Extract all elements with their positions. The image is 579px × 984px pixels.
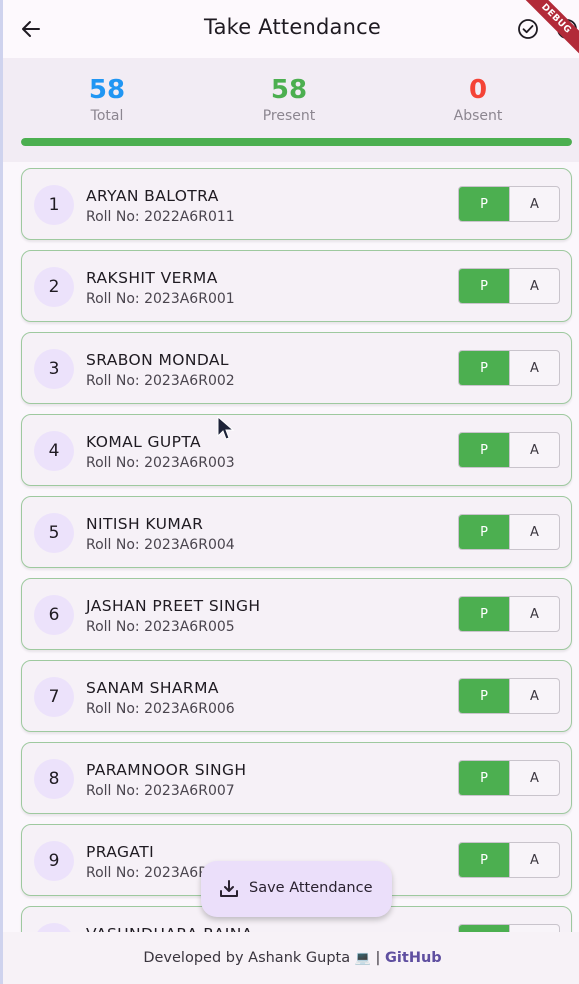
attendance-toggle: PA <box>458 186 560 222</box>
student-index-avatar: 4 <box>34 431 74 471</box>
footer: Developed by Ashank Gupta 💻 | GitHub <box>3 932 579 984</box>
page-title: Take Attendance <box>204 15 381 39</box>
student-roll-number: Roll No: 2023A6R006 <box>86 701 235 717</box>
student-card: 5 NITISH KUMAR Roll No: 2023A6R004 P A <box>21 496 572 568</box>
save-attendance-label: Save Attendance <box>249 880 373 896</box>
download-icon <box>220 880 238 897</box>
attendance-progress-bar <box>21 138 572 146</box>
save-attendance-button[interactable]: Save Attendance <box>201 861 392 917</box>
student-name: RAKSHIT VERMA <box>86 269 218 287</box>
confirm-button[interactable] <box>516 17 540 41</box>
student-index-avatar: 2 <box>34 267 74 307</box>
student-roll-number: Roll No: 2023A6R003 <box>86 455 235 471</box>
attendance-toggle: PA <box>458 514 560 550</box>
app-frame: Take Attendance DEBUG 58 Total 58 Presen… <box>0 0 579 984</box>
student-index-avatar: 1 <box>34 185 74 225</box>
attendance-toggle: PA <box>458 678 560 714</box>
absent-toggle-button[interactable]: A <box>508 515 559 549</box>
student-name: JASHAN PREET SINGH <box>86 597 261 615</box>
footer-text: Developed by Ashank Gupta <box>143 950 351 966</box>
present-toggle-button[interactable]: P <box>459 925 509 932</box>
student-roll-number: Roll No: 2023A6R007 <box>86 783 235 799</box>
github-link[interactable]: GitHub <box>385 950 442 966</box>
stat-present: 58 Present <box>229 74 349 124</box>
attendance-toggle: PA <box>458 596 560 632</box>
student-name: VASUNDHARA RAINA <box>86 925 253 932</box>
student-name: PRAGATI <box>86 843 155 861</box>
present-toggle-button[interactable]: P <box>459 597 509 631</box>
stat-present-label: Present <box>262 108 316 124</box>
student-index-avatar <box>34 923 74 932</box>
student-name: NITISH KUMAR <box>86 515 204 533</box>
student-card: 7 SANAM SHARMA Roll No: 2023A6R006 P A <box>21 660 572 732</box>
student-card: 8 PARAMNOOR SINGH Roll No: 2023A6R007 P A <box>21 742 572 814</box>
present-toggle-button[interactable]: P <box>459 351 509 385</box>
student-name: KOMAL GUPTA <box>86 433 202 451</box>
absent-toggle-button[interactable]: A <box>508 925 559 932</box>
present-toggle-button[interactable]: P <box>459 761 509 795</box>
student-index-avatar: 9 <box>34 841 74 881</box>
student-index-avatar: 3 <box>34 349 74 389</box>
mouse-cursor-icon <box>217 416 235 440</box>
attendance-toggle: PA <box>458 760 560 796</box>
student-name: PARAMNOOR SINGH <box>86 761 247 779</box>
absent-toggle-button[interactable]: A <box>508 843 559 877</box>
absent-toggle-button[interactable]: A <box>508 187 559 221</box>
student-list[interactable]: 1 ARYAN BALOTRA Roll No: 2022A6R011 P A 2 RAKS… <box>3 162 579 932</box>
student-roll-number: Roll No: 2023A6R005 <box>86 619 235 635</box>
student-card: 2 RAKSHIT VERMA Roll No: 2023A6R001 P A <box>21 250 572 322</box>
student-card: 1 ARYAN BALOTRA Roll No: 2022A6R011 P A <box>21 168 572 240</box>
student-index-avatar: 6 <box>34 595 74 635</box>
student-card: 3 SRABON MONDAL Roll No: 2023A6R002 P A <box>21 332 572 404</box>
absent-toggle-button[interactable]: A <box>508 761 559 795</box>
student-index-avatar: 7 <box>34 677 74 717</box>
present-toggle-button[interactable]: P <box>459 187 509 221</box>
stat-present-value: 58 <box>270 75 308 105</box>
present-toggle-button[interactable]: P <box>459 433 509 467</box>
present-toggle-button[interactable]: P <box>459 515 509 549</box>
laptop-icon: 💻 <box>354 951 371 966</box>
stat-absent-value: 0 <box>468 75 488 105</box>
student-roll-number: Roll No: 2022A6R011 <box>86 209 235 225</box>
student-roll-number: Roll No: 2023A6R002 <box>86 373 235 389</box>
absent-toggle-button[interactable]: A <box>508 269 559 303</box>
attendance-toggle: PA <box>458 432 560 468</box>
attendance-progress-fill <box>21 138 572 146</box>
absent-toggle-button[interactable]: A <box>508 597 559 631</box>
attendance-toggle: PA <box>458 924 560 932</box>
attendance-toggle: PA <box>458 842 560 878</box>
student-name: ARYAN BALOTRA <box>86 187 219 205</box>
present-toggle-button[interactable]: P <box>459 679 509 713</box>
stat-total: 58 Total <box>47 74 167 124</box>
stat-total-value: 58 <box>88 75 126 105</box>
student-roll-number: Roll No: 2023A6R <box>86 865 208 881</box>
student-card: 4 KOMAL GUPTA Roll No: 2023A6R003 P A <box>21 414 572 486</box>
student-index-avatar: 5 <box>34 513 74 553</box>
student-card: 6 JASHAN PREET SINGH Roll No: 2023A6R005 P A <box>21 578 572 650</box>
student-name: SANAM SHARMA <box>86 679 219 697</box>
absent-toggle-button[interactable]: A <box>508 679 559 713</box>
check-circle-icon <box>518 19 538 39</box>
absent-toggle-button[interactable]: A <box>508 433 559 467</box>
stat-absent: 0 Absent <box>418 74 538 124</box>
student-roll-number: Roll No: 2023A6R001 <box>86 291 235 307</box>
footer-separator: | <box>375 950 381 966</box>
student-roll-number: Roll No: 2023A6R004 <box>86 537 235 553</box>
student-index-avatar: 8 <box>34 759 74 799</box>
student-name: SRABON MONDAL <box>86 351 229 369</box>
absent-toggle-button[interactable]: A <box>508 351 559 385</box>
present-toggle-button[interactable]: P <box>459 843 509 877</box>
app-bar: Take Attendance DEBUG <box>3 0 579 61</box>
present-toggle-button[interactable]: P <box>459 269 509 303</box>
stats-panel: 58 Total 58 Present 0 Absent <box>3 58 579 162</box>
attendance-toggle: PA <box>458 350 560 386</box>
stat-total-label: Total <box>90 108 124 124</box>
stat-absent-label: Absent <box>453 108 503 124</box>
attendance-toggle: PA <box>458 268 560 304</box>
